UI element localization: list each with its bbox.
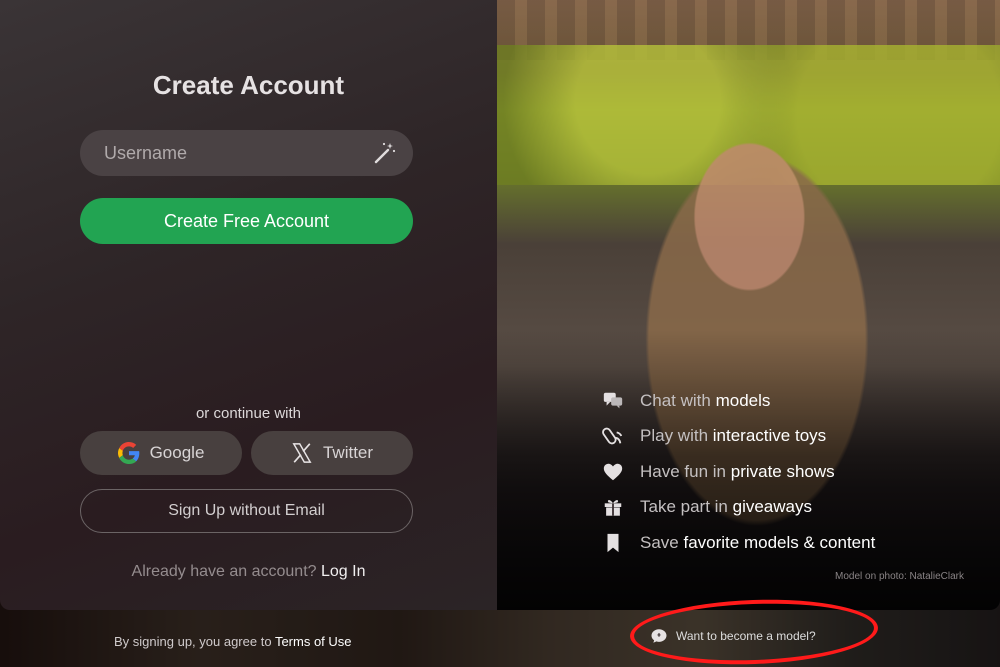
- login-link[interactable]: Log In: [321, 563, 365, 580]
- heart-icon: [603, 463, 623, 480]
- terms-prefix: By signing up, you agree to: [114, 634, 272, 649]
- or-continue-label: or continue with: [195, 405, 302, 422]
- page-title: Create Account: [152, 70, 345, 100]
- feature-item: Save favorite models & content: [602, 525, 875, 561]
- twitter-signup-button[interactable]: Twitter: [251, 431, 413, 475]
- feature-item: Take part in giveaways: [602, 490, 875, 526]
- username-input[interactable]: [80, 130, 370, 176]
- feature-item: Play with interactive toys: [602, 419, 875, 455]
- already-text: Already have an account?: [131, 563, 317, 580]
- feature-item: Have fun in private shows: [602, 454, 875, 490]
- username-field-wrapper: [80, 130, 413, 176]
- google-icon: [117, 442, 139, 464]
- terms-of-use-link[interactable]: Terms of Use: [275, 634, 352, 649]
- promo-photo-panel: Chat with models Play with interactive t…: [497, 0, 1000, 610]
- google-label: Google: [149, 443, 205, 462]
- google-signup-button[interactable]: Google: [80, 431, 242, 475]
- twitter-label: Twitter: [322, 443, 374, 462]
- create-free-account-button[interactable]: Create Free Account: [80, 198, 413, 244]
- toys-icon: [602, 427, 623, 445]
- bookmark-icon: [607, 533, 619, 552]
- signup-panel: Create Account Create Free Account or co…: [0, 0, 497, 610]
- chat-bubbles-icon: [603, 392, 623, 409]
- gift-icon: [604, 500, 622, 516]
- terms-notice: By signing up, you agree to Terms of Use: [114, 634, 352, 649]
- feature-item: Chat with models: [602, 383, 875, 419]
- magic-wand-icon[interactable]: [373, 141, 397, 165]
- already-have-account: Already have an account? Log In: [0, 563, 497, 581]
- x-logo-icon: [292, 443, 312, 463]
- feature-list: Chat with models Play with interactive t…: [602, 383, 875, 561]
- signup-without-email-button[interactable]: Sign Up without Email: [80, 489, 413, 533]
- photo-credit: Model on photo: NatalieClark: [835, 571, 964, 582]
